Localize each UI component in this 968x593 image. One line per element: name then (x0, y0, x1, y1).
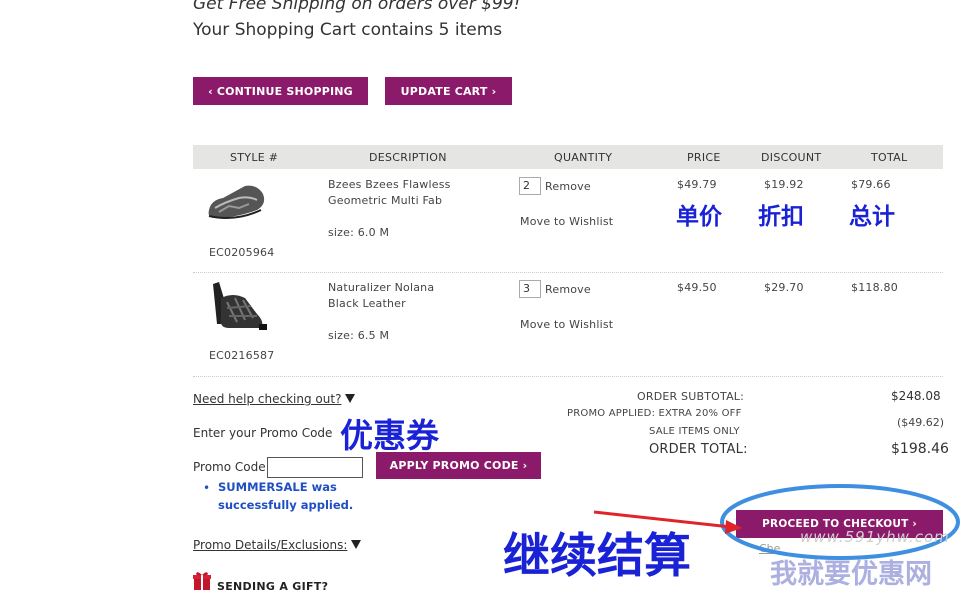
continue-shopping-button[interactable]: ‹ CONTINUE SHOPPING (193, 77, 368, 105)
product-size: size: 6.0 M (328, 226, 390, 239)
watermark-text: 我就要优惠网 (770, 559, 932, 590)
header-discount: DISCOUNT (761, 151, 822, 164)
row-divider (193, 272, 943, 273)
watermark-url: www.591yhw.com (800, 528, 950, 546)
unit-price: $49.79 (677, 178, 717, 191)
shipping-banner: Get Free Shipping on orders over $99! (193, 0, 521, 14)
annotation-coupon: 优惠券 (340, 416, 439, 455)
line-total: $118.80 (851, 281, 898, 294)
order-total-label: ORDER TOTAL: (649, 442, 748, 457)
header-price: PRICE (687, 151, 721, 164)
product-name-line2[interactable]: Geometric Multi Fab (328, 194, 442, 207)
row-divider (193, 376, 943, 377)
promo-details[interactable]: Promo Details/Exclusions: (193, 534, 362, 553)
move-to-wishlist-link[interactable]: Move to Wishlist (520, 215, 613, 228)
remove-link[interactable]: Remove (545, 180, 591, 193)
product-image-shoe-1[interactable] (205, 178, 269, 228)
remove-link[interactable]: Remove (545, 283, 591, 296)
style-number: EC0205964 (209, 246, 275, 259)
product-name-line1[interactable]: Bzees Bzees Flawless (328, 178, 451, 191)
promo-success-line2: successfully applied. (218, 498, 354, 512)
header-style: STYLE # (230, 151, 279, 164)
promo-success-bullet: • (203, 481, 211, 495)
promo-success-line1: SUMMERSALE was (218, 480, 337, 494)
quantity-input[interactable]: 3 (519, 280, 541, 298)
move-to-wishlist-link[interactable]: Move to Wishlist (520, 318, 613, 331)
product-name-line1[interactable]: Naturalizer Nolana (328, 281, 434, 294)
annotation-total: 总计 (849, 204, 895, 230)
update-cart-button[interactable]: UPDATE CART › (385, 77, 512, 105)
promo-code-label: Promo Code (193, 460, 266, 474)
product-name-line2[interactable]: Black Leather (328, 297, 406, 310)
annotation-unit-price: 单价 (676, 204, 722, 230)
expand-triangle-icon[interactable] (345, 394, 356, 403)
header-total: TOTAL (871, 151, 908, 164)
help-checkout[interactable]: Need help checking out? (193, 388, 356, 407)
gift-icon (193, 572, 211, 590)
help-checkout-link[interactable]: Need help checking out? (193, 392, 341, 406)
expand-triangle-icon[interactable] (351, 540, 362, 549)
subtotal-label: ORDER SUBTOTAL: (637, 390, 745, 403)
product-size: size: 6.5 M (328, 329, 390, 342)
promo-code-input[interactable] (267, 457, 363, 478)
header-quantity: QUANTITY (554, 151, 613, 164)
promo-applied-label-2: SALE ITEMS ONLY (649, 426, 740, 437)
line-total: $79.66 (851, 178, 891, 191)
promo-applied-label-1: PROMO APPLIED: EXTRA 20% OFF (567, 408, 742, 419)
unit-price: $49.50 (677, 281, 717, 294)
order-total-value: $198.46 (891, 441, 949, 457)
apply-promo-button[interactable]: APPLY PROMO CODE › (376, 452, 541, 479)
discount-value: $29.70 (764, 281, 804, 294)
discount-value: $19.92 (764, 178, 804, 191)
enter-promo-label: Enter your Promo Code (193, 426, 333, 440)
sending-gift-label[interactable]: SENDING A GIFT? (217, 580, 328, 593)
style-number: EC0216587 (209, 349, 275, 362)
promo-details-link[interactable]: Promo Details/Exclusions: (193, 538, 347, 552)
promo-discount-value: ($49.62) (897, 416, 945, 429)
product-image-shoe-2[interactable] (207, 278, 269, 336)
quantity-input[interactable]: 2 (519, 177, 541, 195)
cart-table-header: STYLE # DESCRIPTION QUANTITY PRICE DISCO… (193, 145, 943, 169)
annotation-checkout: 继续结算 (503, 529, 691, 584)
annotation-discount: 折扣 (758, 204, 804, 230)
subtotal-value: $248.08 (891, 389, 941, 403)
cart-count-text: Your Shopping Cart contains 5 items (193, 20, 503, 40)
header-description: DESCRIPTION (369, 151, 447, 164)
